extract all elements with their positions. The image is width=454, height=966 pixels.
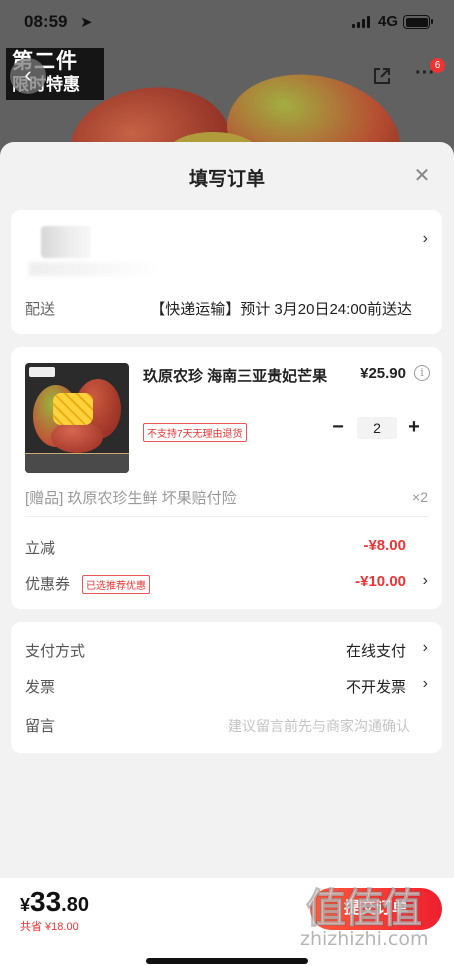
coupon-tag: 已选推荐优惠: [82, 575, 150, 594]
decrease-button[interactable]: −: [327, 415, 349, 441]
home-indicator: [146, 958, 308, 964]
chevron-right-icon[interactable]: ›: [423, 675, 428, 693]
invoice-value[interactable]: 不开发票: [346, 676, 406, 697]
back-button[interactable]: ‹: [10, 58, 46, 94]
payment-method-value[interactable]: 在线支付: [346, 640, 406, 661]
quantity-stepper: − 2 +: [327, 415, 427, 441]
discount-label: 立减: [25, 540, 56, 557]
sheet-title: 填写订单: [188, 169, 265, 190]
network-type: 4G: [378, 13, 399, 30]
watermark-url: zhizhizhi.com: [300, 928, 429, 950]
total-decimal: .80: [61, 894, 89, 916]
order-sheet: 填写订单 ✕ › 配送 【快递运输】预计 3月20日24:00前送达 玖原农珍 …: [0, 142, 454, 966]
payment-method-label: 支付方式: [25, 643, 86, 660]
discount-value: -¥8.00: [363, 537, 406, 554]
total-saved: 共省 ¥18.00: [20, 921, 79, 933]
status-bar: 08:59 ➤ 4G: [0, 0, 454, 44]
product-price: ¥25.90: [360, 365, 406, 382]
quantity-value[interactable]: 2: [357, 417, 397, 439]
close-icon: ✕: [413, 165, 431, 187]
invoice-label: 发票: [25, 679, 56, 696]
shipping-value: 【快递运输】预计 3月20日24:00前送达: [150, 301, 412, 318]
signal-icon: [352, 16, 372, 28]
no-return-tag: 不支持7天无理由退货: [143, 423, 247, 442]
gift-row: [赠品] 玖原农珍生鲜 坏果赔付险 ×2: [25, 483, 428, 517]
battery-icon: [403, 15, 433, 29]
gift-quantity: ×2: [412, 489, 428, 505]
total-integer: 33: [30, 886, 62, 917]
product-card: 玖原农珍 海南三亚贵妃芒果 ¥25.90 i 不支持7天无理由退货 − 2 + …: [11, 347, 442, 609]
address-blurred: [29, 226, 159, 276]
close-button[interactable]: ✕: [408, 162, 436, 190]
chevron-right-icon: ›: [422, 230, 428, 247]
coupon-label[interactable]: 优惠券: [25, 573, 70, 594]
chevron-right-icon[interactable]: ›: [423, 639, 428, 657]
remark-label: 留言: [25, 718, 56, 735]
product-thumbnail[interactable]: [25, 363, 129, 473]
increase-button[interactable]: +: [403, 415, 425, 441]
address-card[interactable]: › 配送 【快递运输】预计 3月20日24:00前送达: [11, 210, 442, 334]
total-price: ¥33.80: [20, 886, 89, 918]
remark-input[interactable]: 建议留言前先与商家沟通确认: [228, 716, 410, 736]
share-icon: [374, 68, 390, 84]
chevron-left-icon: ‹: [24, 62, 32, 87]
gift-text: [赠品] 玖原农珍生鲜 坏果赔付险: [25, 490, 237, 507]
watermark-logo: 值值值: [306, 887, 423, 932]
notification-badge: 6: [430, 58, 445, 73]
info-icon[interactable]: i: [414, 365, 430, 381]
coupon-value[interactable]: -¥10.00: [355, 573, 406, 590]
location-arrow-icon: ➤: [80, 14, 93, 31]
chevron-right-icon[interactable]: ›: [423, 572, 428, 590]
status-time: 08:59: [24, 12, 68, 31]
shipping-label: 配送: [25, 301, 56, 318]
total-currency: ¥: [20, 895, 31, 915]
payment-card: 支付方式 在线支付 › 发票 不开发票 › 留言 建议留言前先与商家沟通确认: [11, 622, 442, 753]
product-name[interactable]: 玖原农珍 海南三亚贵妃芒果: [143, 365, 343, 386]
share-button[interactable]: [366, 60, 398, 92]
